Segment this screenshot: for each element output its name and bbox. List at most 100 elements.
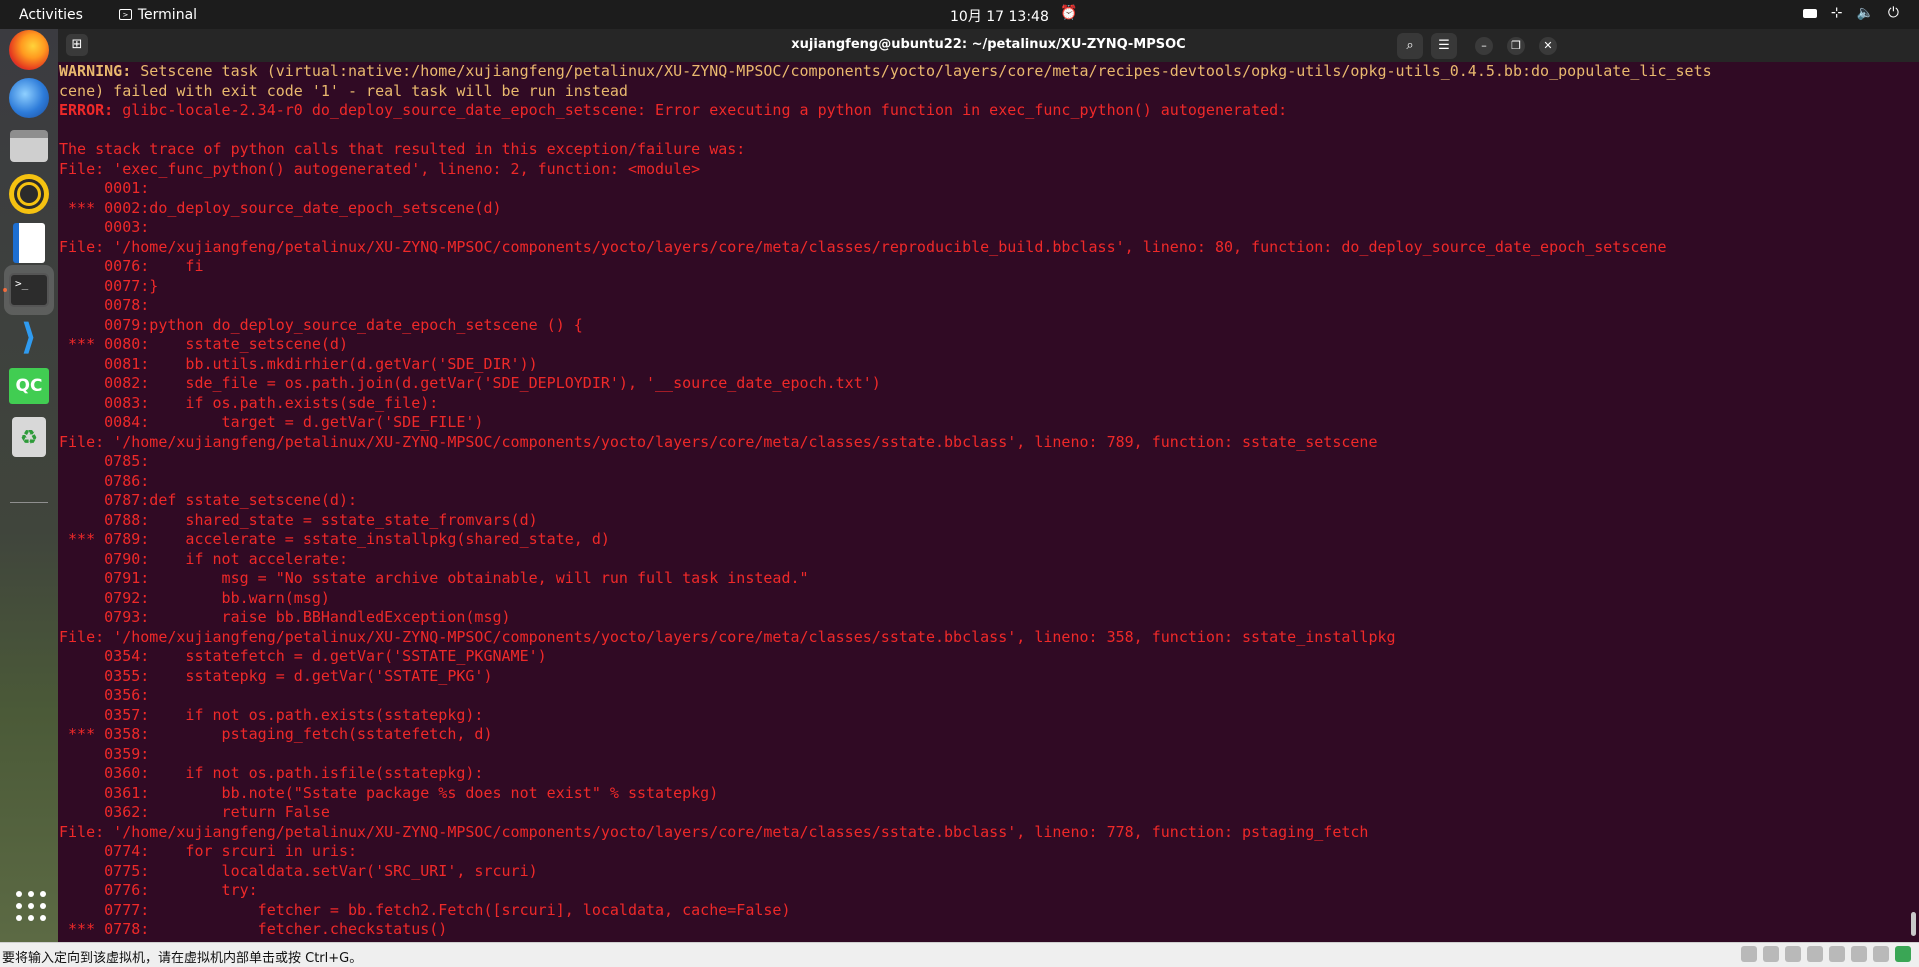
terminal-line: 0355: sstatepkg = d.getVar('SSTATE_PKG'): [59, 666, 493, 685]
hdd-icon[interactable]: [1741, 946, 1757, 962]
maximize-icon: ❐: [1511, 39, 1521, 52]
terminal-line: *** 0080: sstate_setscene(d): [59, 335, 348, 353]
vm-status-icon[interactable]: [1895, 946, 1911, 962]
app-menu[interactable]: > Terminal: [118, 6, 198, 23]
search-button[interactable]: ⌕: [1397, 33, 1423, 59]
terminal-line: File: '/home/xujiangfeng/petalinux/XU-ZY…: [59, 237, 1667, 256]
rhythmbox-icon: [9, 174, 49, 214]
terminal-line: cene) failed with exit code '1' - real t…: [59, 81, 628, 100]
search-icon: ⌕: [1406, 38, 1414, 53]
terminal-line: 0793: raise bb.BBHandledException(msg): [59, 608, 511, 626]
vm-input-hint: 要将输入定向到该虚拟机，请在虚拟机内部单击或按 Ctrl+G。: [2, 951, 363, 966]
network-adapter-icon[interactable]: [1785, 946, 1801, 962]
terminal-line: 0361: bb.note("Sstate package %s does no…: [59, 783, 719, 802]
terminal-line: 0777: fetcher = bb.fetch2.Fetch([srcuri]…: [59, 900, 791, 919]
terminal-line: 0356:: [59, 686, 150, 704]
log-message: glibc-locale-2.34-r0 do_deploy_source_da…: [113, 101, 1288, 119]
firefox-icon: [9, 30, 49, 70]
dock-item-writer[interactable]: [8, 222, 50, 264]
terminal-line: 0362: return False: [59, 803, 330, 821]
terminal-line: 0001:: [59, 179, 150, 197]
terminal-line: 0792: bb.warn(msg): [59, 588, 330, 607]
dock: >_ ⟩ QC ♻: [0, 29, 58, 942]
terminal-line: WARNING: Setscene task (virtual:native:/…: [59, 62, 1904, 82]
terminal-line: *** 0002:do_deploy_source_date_epoch_set…: [59, 198, 502, 217]
close-icon: ✕: [1543, 39, 1553, 52]
dock-item-files[interactable]: [8, 125, 50, 167]
hamburger-menu-icon: ☰: [1438, 38, 1450, 53]
power-icon[interactable]: ⏻: [1888, 5, 1899, 21]
terminal-line: 0785:: [59, 452, 150, 470]
terminal-output[interactable]: WARNING: Setscene task (virtual:native:/…: [58, 62, 1904, 942]
dock-item-qtcreator[interactable]: QC: [8, 365, 50, 407]
terminal-line: 0354: sstatefetch = d.getVar('SSTATE_PKG…: [59, 647, 547, 665]
system-tray[interactable]: ⊹ 🔈 ⏻: [1802, 5, 1899, 21]
terminal-line: 0076: fi: [59, 257, 204, 275]
terminal-line: 0776: try:: [59, 881, 258, 899]
usb-icon[interactable]: [1873, 946, 1889, 962]
terminal-app-icon: >: [118, 9, 132, 20]
audio-icon[interactable]: [1829, 946, 1845, 962]
window-headerbar[interactable]: ⊞ xujiangfeng@ubuntu22: ~/petalinux/XU-Z…: [58, 29, 1919, 62]
menu-button[interactable]: ☰: [1431, 33, 1457, 59]
terminal-line: 0788: shared_state = sstate_state_fromva…: [59, 510, 538, 529]
terminal-icon: >_: [9, 273, 49, 307]
log-level-label: WARNING:: [59, 62, 132, 80]
minimize-icon: –: [1481, 39, 1487, 52]
qtcreator-icon: QC: [9, 368, 49, 404]
thunderbird-icon: [9, 78, 49, 118]
log-level-label: ERROR:: [59, 101, 114, 119]
dock-item-trash[interactable]: ♻: [8, 416, 50, 458]
terminal-scrollbar[interactable]: [1911, 912, 1916, 936]
terminal-line: File: '/home/xujiangfeng/petalinux/XU-ZY…: [59, 432, 1378, 451]
network-icon[interactable]: ⊹: [1831, 5, 1843, 21]
dock-item-rhythmbox[interactable]: [8, 173, 50, 215]
dock-item-terminal[interactable]: >_: [4, 265, 54, 315]
terminal-line: 0077:}: [59, 276, 159, 295]
terminal-line: 0787:def sstate_setscene(d):: [59, 491, 358, 509]
terminal-window: ⊞ xujiangfeng@ubuntu22: ~/petalinux/XU-Z…: [58, 29, 1919, 942]
files-icon: [10, 130, 48, 162]
writer-icon: [13, 223, 45, 263]
volume-icon[interactable]: 🔈: [1856, 5, 1873, 21]
cdrom-icon[interactable]: [1763, 946, 1779, 962]
dock-item-firefox[interactable]: [8, 29, 50, 71]
window-title: xujiangfeng@ubuntu22: ~/petalinux/XU-ZYN…: [791, 37, 1186, 52]
terminal-line: 0003:: [59, 218, 150, 236]
shared-network-icon[interactable]: [1807, 946, 1823, 962]
terminal-line: File: 'exec_func_python() autogenerated'…: [59, 159, 701, 178]
terminal-line: 0083: if os.path.exists(sde_file):: [59, 393, 439, 412]
dock-item-thunderbird[interactable]: [8, 77, 50, 119]
vscode-icon: ⟩: [20, 317, 38, 358]
dock-item-vscode[interactable]: ⟩: [8, 317, 50, 359]
activities-button[interactable]: Activities: [19, 7, 83, 23]
alarm-clock-icon: ⏰: [1060, 5, 1078, 21]
keyboard-icon[interactable]: [1802, 9, 1817, 18]
terminal-line: ERROR: glibc-locale-2.34-r0 do_deploy_so…: [59, 101, 1904, 121]
maximize-button[interactable]: ❐: [1507, 37, 1525, 55]
terminal-line: File: '/home/xujiangfeng/petalinux/XU-ZY…: [59, 627, 1396, 646]
terminal-line: *** 0778: fetcher.checkstatus(): [59, 920, 448, 938]
clock[interactable]: 10月 17 13:48: [950, 6, 1049, 26]
terminal-line: 0791: msg = "No sstate archive obtainabl…: [59, 569, 809, 587]
minimize-button[interactable]: –: [1475, 37, 1493, 55]
dock-separator: [10, 502, 48, 503]
terminal-line: 0790: if not accelerate:: [59, 549, 348, 568]
trash-icon: ♻: [12, 417, 46, 457]
terminal-line: 0084: target = d.getVar('SDE_FILE'): [59, 413, 484, 431]
terminal-line: 0775: localdata.setVar('SRC_URI', srcuri…: [59, 861, 538, 880]
show-applications-icon[interactable]: [16, 891, 46, 921]
log-message: Setscene task (virtual:native:/home/xuji…: [131, 62, 1712, 80]
terminal-line: 0359:: [59, 744, 150, 763]
app-menu-label: Terminal: [137, 6, 198, 23]
terminal-line: 0079:python do_deploy_source_date_epoch_…: [59, 315, 583, 334]
vm-status-bar: 要将输入定向到该虚拟机，请在虚拟机内部单击或按 Ctrl+G。: [0, 942, 1919, 967]
terminal-line: The stack trace of python calls that res…: [59, 140, 746, 158]
terminal-line: *** 0358: pstaging_fetch(sstatefetch, d): [59, 725, 493, 743]
terminal-line: 0078:: [59, 296, 150, 314]
terminal-line: 0081: bb.utils.mkdirhier(d.getVar('SDE_D…: [59, 354, 538, 373]
close-button[interactable]: ✕: [1539, 37, 1557, 55]
top-bar: Activities > Terminal 10月 17 13:48 ⏰ ⊹ 🔈…: [0, 0, 1919, 29]
printer-icon[interactable]: [1851, 946, 1867, 962]
